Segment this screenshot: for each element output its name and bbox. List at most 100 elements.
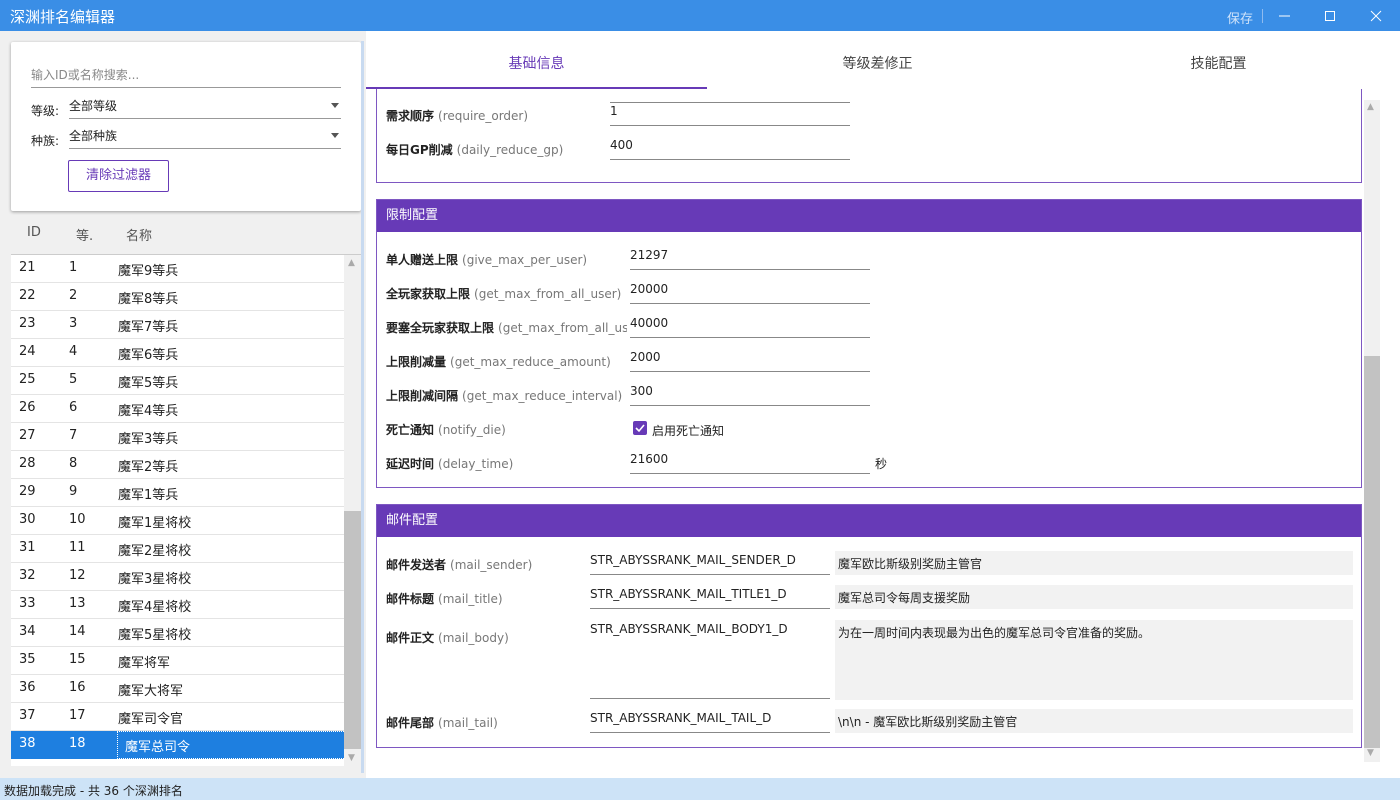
minimize-button[interactable]	[1262, 0, 1308, 31]
table-row[interactable]: 33 13 魔军4星将校	[11, 591, 344, 619]
row-level: 17	[69, 708, 86, 723]
row-name: 魔军7等兵	[118, 320, 179, 335]
list-scrollbar[interactable]: ▲ ▼	[344, 255, 361, 767]
mail-card: 邮件配置 邮件发送者 (mail_sender) STR_ABYSSRANK_MA…	[376, 504, 1362, 748]
row-name: 魔军6等兵	[118, 348, 179, 363]
table-row[interactable]: 28 8 魔军2等兵	[11, 451, 344, 479]
column-header-name[interactable]: 名称	[126, 225, 152, 244]
mail-body-input[interactable]: STR_ABYSSRANK_MAIL_BODY1_D	[590, 619, 830, 699]
tab-level-diff[interactable]: 等级差修正	[707, 31, 1048, 89]
row-level: 6	[69, 400, 78, 415]
list-header: ID 等. 名称	[11, 214, 361, 254]
save-button[interactable]: 保存	[1227, 8, 1253, 27]
mail-title-input[interactable]: STR_ABYSSRANK_MAIL_TITLE1_D	[590, 584, 830, 609]
row-name: 魔军3等兵	[118, 432, 179, 447]
delay-time-input[interactable]: 21600	[630, 449, 870, 474]
row-level: 13	[69, 596, 86, 611]
row-id: 34	[19, 624, 36, 639]
tab-content: 需求顺序 (require_order) 1 每日GP削减 (daily_reduc…	[366, 89, 1400, 778]
mail-sender-input[interactable]: STR_ABYSSRANK_MAIL_SENDER_D	[590, 550, 830, 575]
panel-divider[interactable]	[361, 41, 364, 773]
row-id: 33	[19, 596, 36, 611]
row-level: 10	[69, 512, 86, 527]
close-button[interactable]	[1354, 0, 1400, 31]
require-order-input[interactable]: 1	[610, 101, 850, 126]
mail-tail-input[interactable]: STR_ABYSSRANK_MAIL_TAIL_D	[590, 708, 830, 733]
table-row[interactable]: 35 15 魔军将军	[11, 647, 344, 675]
get-max-from-all-user-label: 全玩家获取上限 (get_max_from_all_user)	[386, 287, 622, 301]
give-max-per-user-input[interactable]: 21297	[630, 245, 870, 270]
scroll-down-icon[interactable]: ▼	[348, 753, 355, 763]
row-level: 11	[69, 540, 86, 555]
rank-list[interactable]: 38 18 魔军总司令 37 17 魔军司令官 36 16 魔军大将军 35 15 魔军将军 34 14 魔…	[11, 254, 361, 767]
row-level: 9	[69, 484, 78, 499]
daily-reduce-gp-label: 每日GP削减 (daily_reduce_gp)	[386, 143, 564, 157]
get-max-reduce-interval-input[interactable]: 300	[630, 381, 870, 406]
row-name: 魔军1星将校	[118, 516, 192, 531]
scroll-up-icon[interactable]: ▲	[348, 258, 355, 268]
row-name: 魔军大将军	[118, 684, 184, 699]
mail-sender-label: 邮件发送者 (mail_sender)	[386, 558, 533, 572]
table-row[interactable]: 23 3 魔军7等兵	[11, 311, 344, 339]
row-name: 魔军5等兵	[118, 376, 179, 391]
row-id: 30	[19, 512, 36, 527]
row-name: 魔军5星将校	[118, 628, 192, 643]
mail-tail-label: 邮件尾部 (mail_tail)	[386, 716, 498, 730]
column-header-id[interactable]: ID	[27, 225, 41, 240]
table-row[interactable]: 25 5 魔军5等兵	[11, 367, 344, 395]
table-row[interactable]: 26 6 魔军4等兵	[11, 395, 344, 423]
table-row[interactable]: 34 14 魔军5星将校	[11, 619, 344, 647]
status-bar: 数据加载完成 - 共 36 个深渊排名	[0, 778, 1400, 800]
table-row[interactable]: 37 17 魔军司令官	[11, 703, 344, 731]
race-filter-select[interactable]: 全部种族	[69, 127, 341, 149]
tab-bar: 基础信息 等级差修正 技能配置	[366, 31, 1400, 89]
mail-card-title: 邮件配置	[377, 505, 1361, 537]
content-scrollbar[interactable]: ▲ ▼	[1364, 100, 1380, 762]
table-row[interactable]: 22 2 魔军8等兵	[11, 283, 344, 311]
table-row[interactable]: 27 7 魔军3等兵	[11, 423, 344, 451]
tab-basic-info[interactable]: 基础信息	[366, 31, 707, 89]
require-order-label: 需求顺序 (require_order)	[386, 109, 529, 123]
fortress-get-max-input[interactable]: 40000	[630, 313, 870, 338]
close-icon	[1370, 10, 1382, 22]
daily-reduce-gp-input[interactable]: 400	[610, 135, 850, 160]
notify-die-checkbox[interactable]	[633, 421, 647, 435]
app-title: 深渊排名编辑器	[10, 8, 116, 26]
row-name: 魔军将军	[118, 656, 171, 671]
scroll-down-icon[interactable]: ▼	[1367, 748, 1374, 758]
table-row[interactable]: 30 10 魔军1星将校	[11, 507, 344, 535]
filter-card: 输入ID或名称搜索... 等级: 全部等级 种族: 全部种族 清除过滤器	[11, 42, 361, 211]
limits-card-title: 限制配置	[377, 200, 1361, 232]
table-row[interactable]: 38 18 魔军总司令	[11, 731, 352, 759]
search-input[interactable]: 输入ID或名称搜索...	[31, 66, 341, 88]
limits-card: 限制配置 单人赠送上限 (give_max_per_user) 21297 全玩家…	[376, 199, 1362, 488]
maximize-button[interactable]	[1308, 0, 1354, 31]
get-max-from-all-user-input[interactable]: 20000	[630, 279, 870, 304]
column-header-level[interactable]: 等.	[76, 225, 93, 244]
row-name: 魔军3星将校	[118, 572, 192, 587]
table-row[interactable]: 36 16 魔军大将军	[11, 675, 344, 703]
basic-info-card: 需求顺序 (require_order) 1 每日GP削减 (daily_reduc…	[376, 89, 1362, 183]
tab-skill-config[interactable]: 技能配置	[1048, 31, 1389, 89]
content-scrollbar-thumb[interactable]	[1364, 356, 1380, 748]
table-row[interactable]: 32 12 魔军3星将校	[11, 563, 344, 591]
row-level: 15	[69, 652, 86, 667]
row-name: 魔军9等兵	[118, 264, 179, 279]
table-row[interactable]: 21 1 魔军9等兵	[11, 255, 344, 283]
checkmark-icon	[635, 424, 645, 433]
chevron-down-icon	[331, 133, 339, 138]
table-row[interactable]: 29 9 魔军1等兵	[11, 479, 344, 507]
chevron-down-icon	[331, 103, 339, 108]
row-id: 23	[19, 316, 36, 331]
list-scrollbar-thumb[interactable]	[344, 511, 361, 749]
row-id: 32	[19, 568, 36, 583]
scroll-up-icon[interactable]: ▲	[1367, 102, 1374, 112]
table-row[interactable]: 31 11 魔军2星将校	[11, 535, 344, 563]
table-row[interactable]: 24 4 魔军6等兵	[11, 339, 344, 367]
title-bar: 深渊排名编辑器 保存	[0, 0, 1400, 31]
row-name: 魔军2星将校	[118, 544, 192, 559]
notify-die-checkbox-label[interactable]: 启用死亡通知	[652, 422, 724, 439]
clear-filters-button[interactable]: 清除过滤器	[68, 160, 169, 192]
level-filter-select[interactable]: 全部等级	[69, 97, 341, 119]
get-max-reduce-amount-input[interactable]: 2000	[630, 347, 870, 372]
